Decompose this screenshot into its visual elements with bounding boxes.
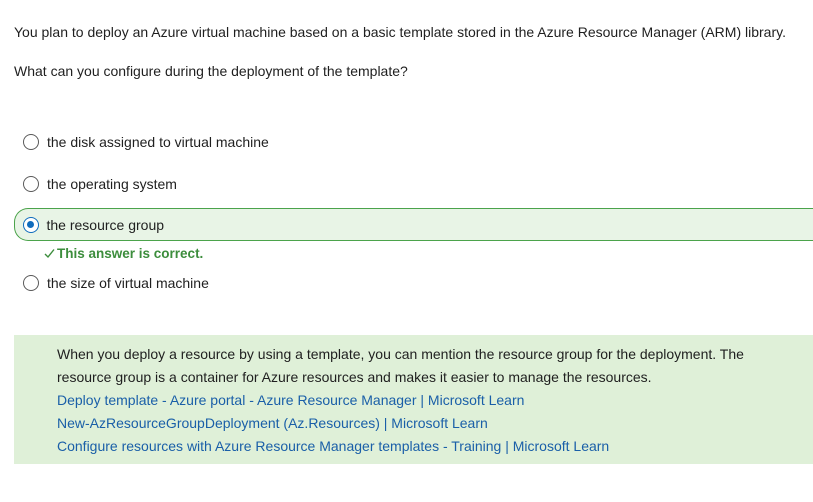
answer-option-label: the size of virtual machine: [47, 275, 209, 291]
answer-option-resource-group[interactable]: the resource group: [14, 208, 813, 241]
reference-link-configure-resources-training[interactable]: Configure resources with Azure Resource …: [57, 435, 794, 458]
explanation-text: When you deploy a resource by using a te…: [57, 346, 744, 362]
feedback-text: This answer is correct.: [57, 245, 204, 261]
radio-button[interactable]: [23, 275, 39, 291]
answer-option-label: the resource group: [46, 216, 165, 233]
question-text: You plan to deploy an Azure virtual mach…: [14, 24, 786, 40]
answer-option-label: the operating system: [47, 176, 177, 192]
correct-feedback: This answer is correct.: [44, 245, 203, 261]
explanation-text: resource group is a container for Azure …: [57, 369, 652, 385]
question-prompt: What can you configure during the deploy…: [14, 63, 408, 79]
radio-button-selected[interactable]: [22, 216, 39, 233]
checkmark-icon: [44, 248, 55, 258]
radio-button[interactable]: [23, 134, 39, 150]
answer-option-disk[interactable]: the disk assigned to virtual machine: [14, 126, 813, 158]
reference-link-deploy-template[interactable]: Deploy template - Azure portal - Azure R…: [57, 389, 794, 412]
explanation-panel: When you deploy a resource by using a te…: [14, 335, 813, 464]
answer-option-label: the disk assigned to virtual machine: [47, 134, 269, 150]
answer-option-vm-size[interactable]: the size of virtual machine: [14, 267, 813, 299]
radio-button[interactable]: [23, 176, 39, 192]
answer-option-operating-system[interactable]: the operating system: [14, 168, 813, 200]
reference-link-new-azresourcegroupdeployment[interactable]: New-AzResourceGroupDeployment (Az.Resour…: [57, 412, 794, 435]
